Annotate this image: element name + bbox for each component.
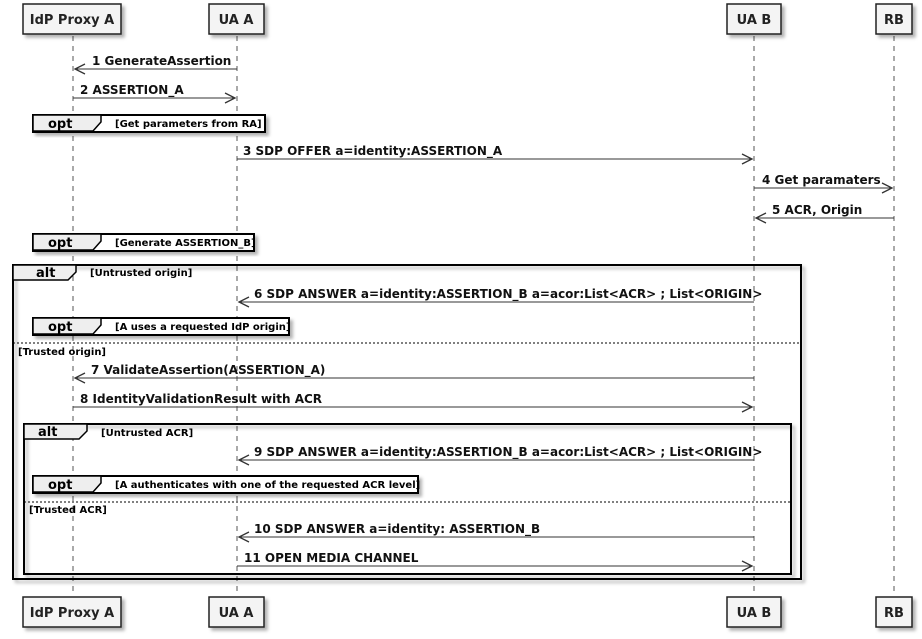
opt-fragment-get-parameters: opt [Get parameters from RA] [32, 114, 266, 133]
participant-label: UA B [737, 13, 772, 28]
message-3: 3 SDP OFFER a=identity:ASSERTION_A [237, 144, 754, 165]
participant-label: RB [884, 13, 904, 28]
message-label: 4 Get paramaters [762, 173, 881, 187]
message-label: 3 SDP OFFER a=identity:ASSERTION_A [243, 144, 503, 159]
fragment-keyword: alt [36, 266, 55, 281]
participant-label: UA A [219, 13, 254, 28]
fragment-keyword: opt [48, 117, 72, 132]
fragment-keyword: opt [48, 236, 72, 251]
participant-label: UA A [219, 606, 254, 621]
participant-bottom-ua-b: UA B [726, 596, 782, 628]
participant-label: IdP Proxy A [30, 13, 115, 28]
opt-fragment-requested-origin: opt [A uses a requested IdP origin] [32, 317, 290, 336]
message-4: 4 Get paramaters [754, 173, 894, 194]
fragment-condition: [Get parameters from RA] [115, 119, 262, 130]
message-5: 5 ACR, Origin [754, 203, 894, 224]
message-8: 8 IdentityValidationResult with ACR [73, 392, 754, 413]
message-6: 6 SDP ANSWER a=identity:ASSERTION_B a=ac… [237, 287, 762, 308]
fragment-keyword: opt [48, 478, 72, 493]
fragment-else-condition: [Trusted origin] [18, 347, 106, 358]
fragment-else-condition: [Trusted ACR] [29, 505, 107, 516]
message-label: 5 ACR, Origin [772, 203, 862, 217]
message-2: 2 ASSERTION_A [73, 83, 237, 104]
message-label: 7 ValidateAssertion(ASSERTION_A) [91, 363, 325, 378]
message-10: 10 SDP ANSWER a=identity: ASSERTION_B [237, 522, 754, 543]
fragment-condition: [Generate ASSERTION_B] [115, 238, 256, 249]
participant-label: IdP Proxy A [30, 606, 115, 621]
fragment-keyword: alt [38, 425, 57, 440]
fragment-condition: [Untrusted origin] [90, 268, 192, 279]
participant-top-rb: RB [875, 3, 913, 35]
message-1: 1 GenerateAssertion [73, 54, 237, 75]
message-11: 11 OPEN MEDIA CHANNEL [237, 551, 754, 572]
message-label: 8 IdentityValidationResult with ACR [80, 392, 322, 406]
participant-bottom-rb: RB [875, 596, 913, 628]
participant-bottom-idp-proxy-a: IdP Proxy A [22, 596, 122, 628]
message-label: 6 SDP ANSWER a=identity:ASSERTION_B a=ac… [254, 287, 762, 302]
message-label: 9 SDP ANSWER a=identity:ASSERTION_B a=ac… [254, 445, 762, 460]
sequence-diagram: IdP Proxy A UA A UA B RB IdP Proxy A UA … [12, 3, 913, 628]
message-9: 9 SDP ANSWER a=identity:ASSERTION_B a=ac… [237, 445, 762, 466]
fragment-condition: [A authenticates with one of the request… [115, 480, 420, 491]
participant-bottom-ua-a: UA A [208, 596, 265, 628]
participant-top-idp-proxy-a: IdP Proxy A [22, 3, 122, 35]
message-label: 2 ASSERTION_A [80, 83, 184, 98]
participant-label: RB [884, 606, 904, 621]
participant-top-ua-a: UA A [208, 3, 265, 35]
fragment-condition: [A uses a requested IdP origin] [115, 322, 290, 333]
message-label: 11 OPEN MEDIA CHANNEL [244, 551, 419, 565]
message-label: 1 GenerateAssertion [92, 54, 231, 68]
fragment-keyword: opt [48, 320, 72, 335]
participant-top-ua-b: UA B [726, 3, 782, 35]
fragment-condition: [Untrusted ACR] [101, 428, 193, 439]
participant-label: UA B [737, 606, 772, 621]
opt-fragment-generate-assertion-b: opt [Generate ASSERTION_B] [32, 233, 256, 252]
message-label: 10 SDP ANSWER a=identity: ASSERTION_B [254, 522, 540, 537]
message-7: 7 ValidateAssertion(ASSERTION_A) [73, 363, 754, 384]
opt-fragment-authenticate: opt [A authenticates with one of the req… [32, 475, 420, 494]
